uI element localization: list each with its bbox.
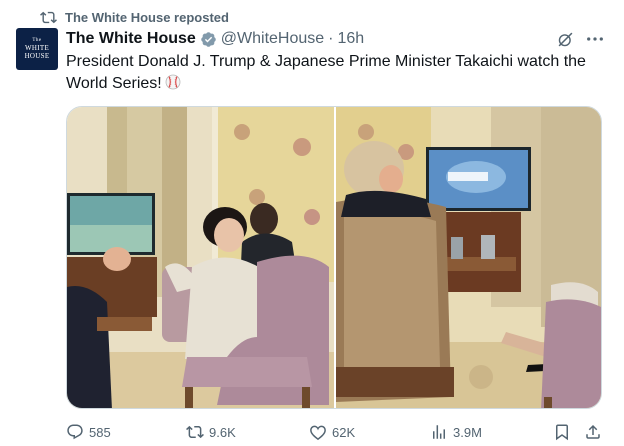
avatar-line-3: HOUSE: [24, 52, 50, 60]
share-button[interactable]: [584, 422, 602, 442]
post-text: President Donald J. Trump & Japanese Pri…: [66, 51, 606, 95]
views-count: 3.9M: [453, 424, 482, 440]
action-bar: 585 9.6K 62K 3.9M: [66, 422, 606, 442]
post-header: The White House @WhiteHouse · 16h: [66, 29, 364, 49]
baseball-icon: [165, 74, 181, 90]
repost-action-icon: [186, 425, 204, 439]
post-text-content: President Donald J. Trump & Japanese Pri…: [66, 53, 586, 92]
avatar[interactable]: The WHITE HOUSE: [16, 28, 58, 70]
heart-icon: [310, 425, 326, 441]
separator-dot: ·: [328, 30, 334, 47]
more-options-icon[interactable]: [585, 30, 605, 48]
verified-badge-icon[interactable]: [200, 31, 217, 48]
bookmark-button[interactable]: [553, 422, 571, 442]
reply-count: 585: [89, 424, 111, 440]
post-time[interactable]: 16h: [338, 30, 365, 48]
avatar-line-1: The: [32, 38, 42, 43]
author-name[interactable]: The White House: [66, 30, 196, 48]
grok-icon[interactable]: [557, 31, 574, 48]
media-grid: [66, 106, 602, 409]
repost-count: 9.6K: [209, 424, 236, 440]
photo-prime-minister-watching[interactable]: [67, 107, 334, 408]
like-button[interactable]: 62K: [309, 422, 355, 442]
share-icon: [586, 424, 600, 439]
reply-icon: [67, 424, 83, 440]
bookmark-icon: [556, 424, 568, 441]
author-handle[interactable]: @WhiteHouse: [221, 30, 324, 48]
avatar-line-2: WHITE: [24, 44, 50, 52]
reply-button[interactable]: 585: [66, 422, 111, 442]
repost-button[interactable]: 9.6K: [186, 422, 236, 442]
photo-president-watching[interactable]: [336, 107, 601, 408]
views-button[interactable]: 3.9M: [430, 422, 482, 442]
like-count: 62K: [332, 424, 356, 440]
repost-text: The White House reposted: [65, 9, 229, 25]
repost-indicator[interactable]: The White House reposted: [40, 8, 229, 26]
views-chart-icon: [433, 425, 445, 439]
repost-icon: [40, 11, 57, 23]
